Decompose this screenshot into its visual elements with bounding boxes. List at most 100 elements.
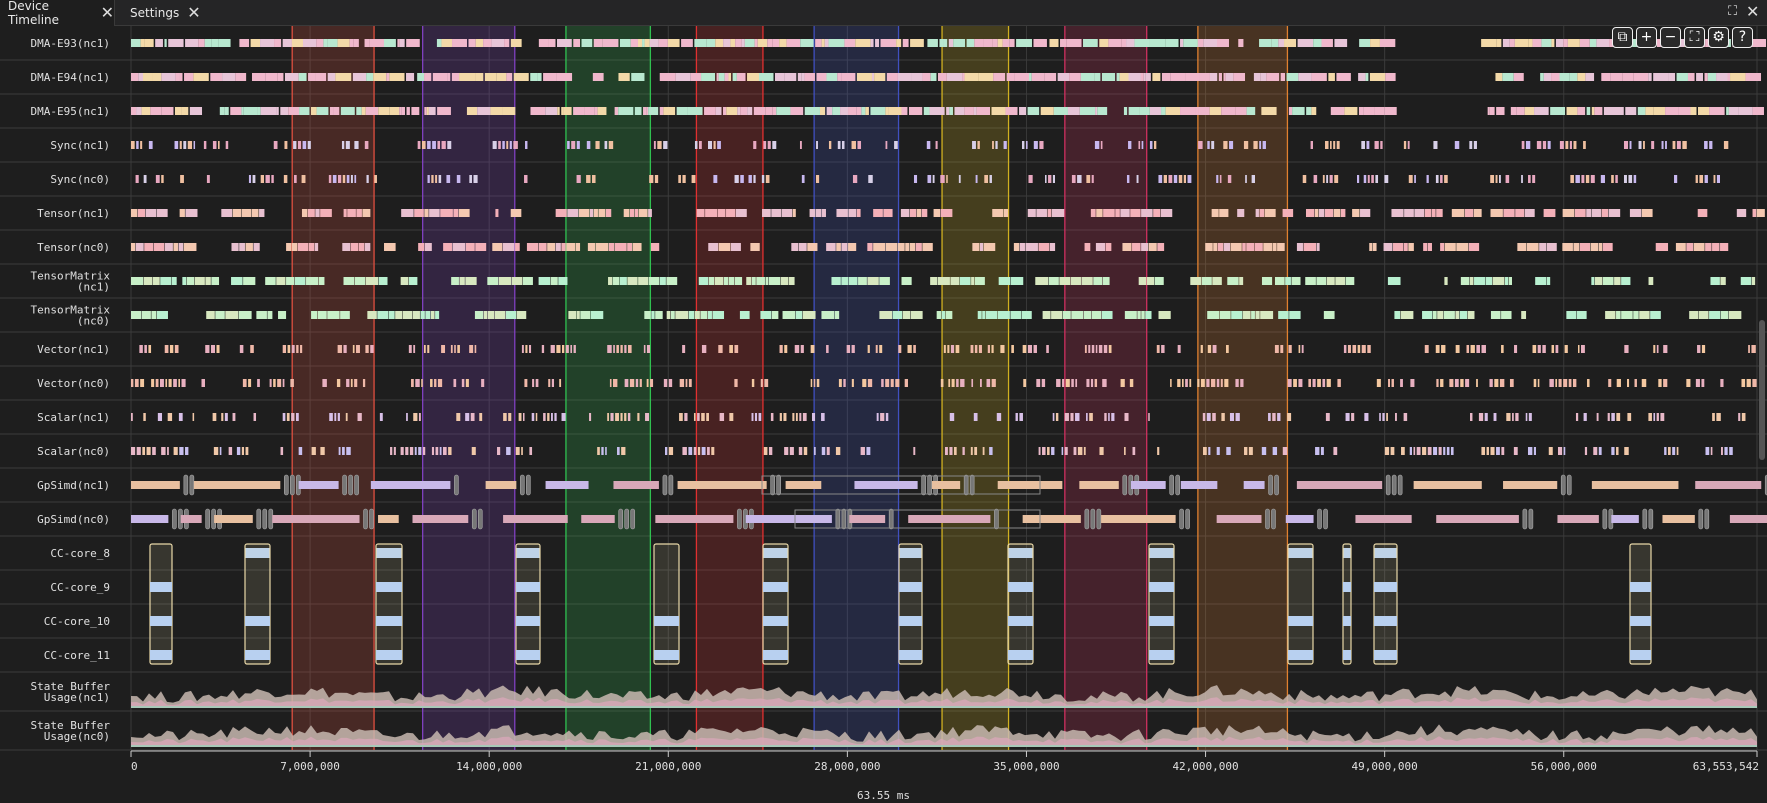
event-bar[interactable] (1044, 73, 1057, 81)
event-bar[interactable] (302, 141, 307, 149)
event-bar[interactable] (1443, 311, 1455, 319)
event-bar[interactable] (856, 209, 861, 217)
event-bar[interactable] (1138, 277, 1147, 285)
event-bar[interactable] (1324, 209, 1334, 217)
event-bar[interactable] (1555, 345, 1559, 353)
event-bar[interactable] (1487, 107, 1490, 115)
event-bar[interactable] (1047, 447, 1050, 455)
event-bar[interactable] (316, 107, 329, 115)
event-bar[interactable] (1161, 345, 1165, 353)
event-bar[interactable] (1455, 345, 1460, 353)
event-bar[interactable] (1130, 481, 1166, 489)
event-bar[interactable] (148, 345, 152, 353)
event-bar[interactable] (1515, 413, 1519, 421)
event-bar[interactable] (614, 243, 627, 251)
event-bar[interactable] (374, 175, 377, 183)
event-bar[interactable] (1391, 379, 1394, 387)
marker-pill[interactable] (1566, 474, 1572, 496)
event-bar[interactable] (867, 277, 879, 285)
event-bar[interactable] (888, 107, 902, 115)
event-bar[interactable] (1476, 345, 1480, 353)
event-bar[interactable] (718, 243, 731, 251)
event-bar[interactable] (343, 209, 347, 217)
event-bar[interactable] (1262, 141, 1266, 149)
event-bar[interactable] (1099, 39, 1109, 47)
event-bar[interactable] (225, 141, 229, 149)
event-bar[interactable] (1160, 209, 1173, 217)
event-bar[interactable] (424, 243, 432, 251)
event-bar[interactable] (144, 243, 154, 251)
event-bar[interactable] (135, 175, 139, 183)
event-bar[interactable] (1629, 209, 1642, 217)
event-bar[interactable] (1384, 107, 1397, 115)
event-bar[interactable] (1562, 209, 1575, 217)
event-bar[interactable] (1408, 175, 1413, 183)
event-bar[interactable] (465, 243, 475, 251)
event-bar[interactable] (1084, 345, 1087, 353)
event-bar[interactable] (1537, 379, 1540, 387)
event-bar[interactable] (1648, 277, 1654, 285)
event-bar[interactable] (1499, 379, 1505, 387)
event-bar[interactable] (316, 39, 324, 47)
event-bar[interactable] (1310, 141, 1313, 149)
event-bar[interactable] (762, 209, 771, 217)
event-bar[interactable] (1243, 311, 1251, 319)
event-bar[interactable] (300, 345, 303, 353)
event-bar[interactable] (152, 447, 156, 455)
event-bar[interactable] (866, 447, 871, 455)
event-bar[interactable] (593, 39, 603, 47)
event-bar[interactable] (308, 73, 316, 81)
event-bar[interactable] (1540, 73, 1544, 81)
event-bar[interactable] (1536, 141, 1542, 149)
event-bar[interactable] (1704, 175, 1708, 183)
event-bar[interactable] (1557, 447, 1563, 455)
event-bar[interactable] (342, 175, 346, 183)
event-bar[interactable] (1048, 277, 1059, 285)
event-bar[interactable] (841, 277, 849, 285)
event-bar[interactable] (1263, 243, 1273, 251)
event-bar[interactable] (694, 311, 700, 319)
event-bar[interactable] (354, 141, 359, 149)
event-bar[interactable] (621, 447, 626, 455)
event-bar[interactable] (1101, 515, 1176, 523)
event-bar[interactable] (165, 379, 168, 387)
event-bar[interactable] (1581, 345, 1585, 353)
event-bar[interactable] (211, 277, 220, 285)
event-bar[interactable] (1313, 175, 1318, 183)
event-bar[interactable] (1065, 379, 1070, 387)
marker-pill[interactable] (256, 508, 262, 530)
event-bar[interactable] (666, 311, 671, 319)
event-bar[interactable] (1070, 277, 1081, 285)
settings-button[interactable]: ⚙ (1708, 27, 1729, 48)
event-bar[interactable] (631, 73, 645, 81)
event-bar[interactable] (136, 447, 141, 455)
event-bar[interactable] (291, 243, 298, 251)
cc-frame[interactable] (1629, 543, 1652, 665)
event-bar[interactable] (317, 311, 327, 319)
event-bar[interactable] (341, 141, 345, 149)
event-bar[interactable] (156, 209, 168, 217)
event-bar[interactable] (790, 107, 804, 115)
event-bar[interactable] (972, 141, 976, 149)
event-bar[interactable] (1212, 277, 1222, 285)
event-bar[interactable] (1170, 73, 1186, 81)
event-bar[interactable] (1128, 141, 1132, 149)
event-bar[interactable] (705, 209, 718, 217)
event-bar[interactable] (1563, 39, 1568, 47)
event-bar[interactable] (1207, 345, 1212, 353)
event-bar[interactable] (1690, 107, 1697, 115)
event-bar[interactable] (438, 175, 442, 183)
event-bar[interactable] (167, 413, 173, 421)
event-bar[interactable] (1562, 243, 1573, 251)
marker-pill[interactable] (348, 474, 353, 496)
event-bar[interactable] (678, 175, 681, 183)
event-bar[interactable] (1067, 107, 1080, 115)
event-bar[interactable] (495, 209, 499, 217)
event-bar[interactable] (1550, 107, 1566, 115)
marker-pill[interactable] (888, 508, 894, 530)
event-bar[interactable] (940, 209, 953, 217)
event-bar[interactable] (1633, 175, 1637, 183)
event-bar[interactable] (426, 107, 429, 115)
event-bar[interactable] (753, 175, 756, 183)
event-bar[interactable] (1053, 107, 1068, 115)
